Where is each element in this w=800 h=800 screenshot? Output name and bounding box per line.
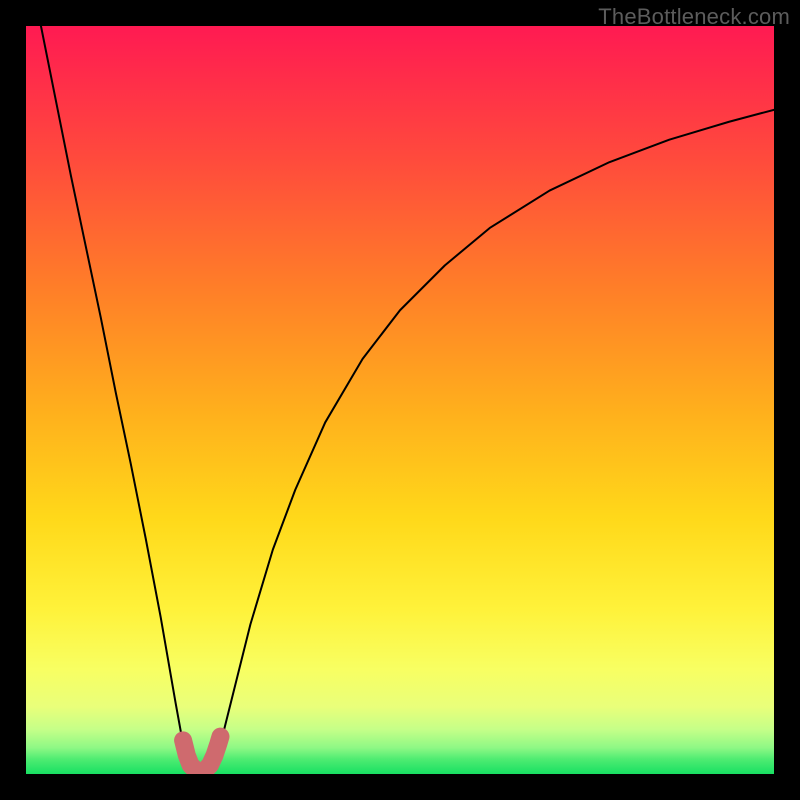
plot-area: [26, 26, 774, 774]
chart-container: TheBottleneck.com: [0, 0, 800, 800]
gradient-background: [26, 26, 774, 774]
chart-svg: [26, 26, 774, 774]
